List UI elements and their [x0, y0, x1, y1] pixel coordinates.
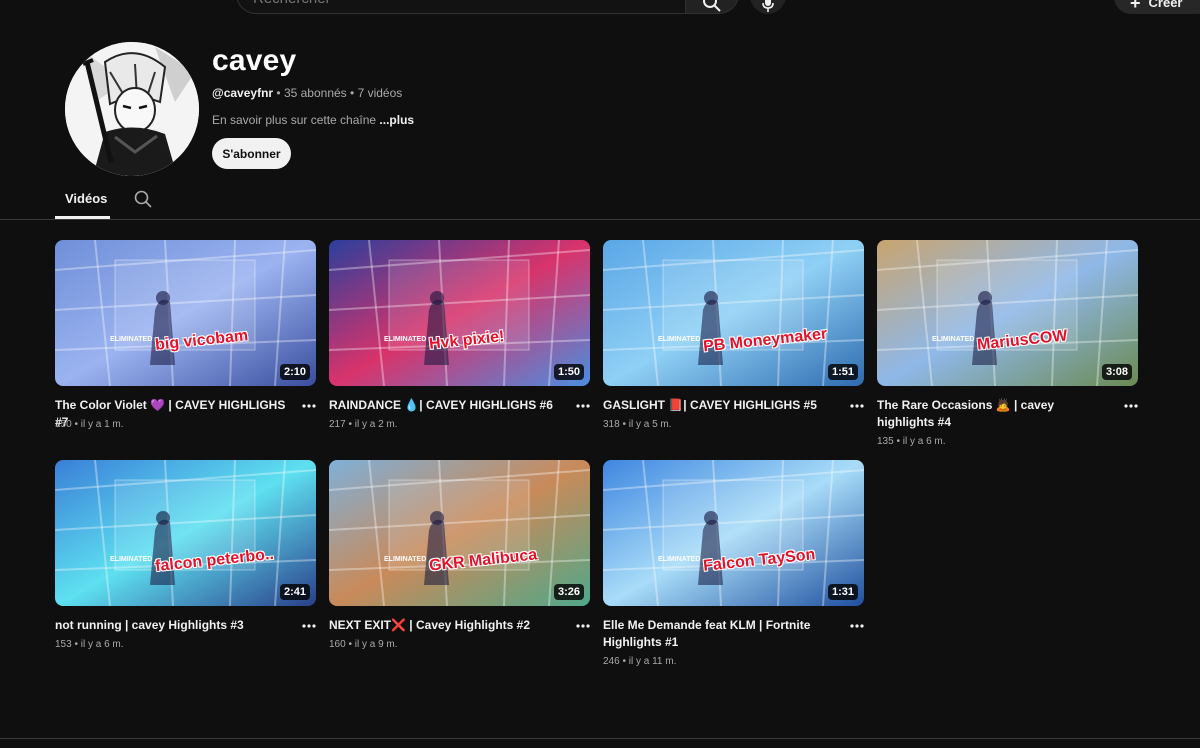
- channel-meta: @caveyfnr • 35 abonnés • 7 vidéos: [212, 86, 402, 100]
- video-title[interactable]: NEXT EXIT❌ | Cavey Highlights #2: [329, 617, 565, 634]
- video-duration: 1:31: [827, 584, 858, 600]
- subscriber-count: 35 abonnés: [283, 86, 347, 100]
- video-title[interactable]: Elle Me Demande feat KLM | Fortnite High…: [603, 617, 839, 651]
- channel-avatar[interactable]: [65, 42, 199, 176]
- meta-separator: •: [619, 656, 629, 667]
- bottom-divider: [0, 738, 1200, 739]
- video-duration: 2:41: [279, 584, 310, 600]
- top-bar: + Créer: [0, 0, 1200, 16]
- meta-separator: •: [345, 419, 355, 430]
- view-count: 217: [329, 419, 346, 430]
- video-meta: 150 • il y a 1 m.: [55, 419, 124, 430]
- video-meta: 160 • il y a 9 m.: [329, 639, 398, 650]
- video-duration: 2:10: [279, 364, 310, 380]
- video-card[interactable]: ELIMINATED PB Moneymaker 1:51 GASLIGHT 📕…: [603, 240, 864, 430]
- search-button[interactable]: [685, 0, 739, 14]
- video-thumbnail[interactable]: ELIMINATED PB Moneymaker 1:51: [603, 240, 864, 386]
- tabs-divider: [0, 219, 1200, 220]
- view-count: 246: [603, 656, 620, 667]
- video-count: 7 vidéos: [357, 86, 403, 100]
- search-input[interactable]: [253, 0, 669, 7]
- video-meta: 153 • il y a 6 m.: [55, 639, 124, 650]
- meta-separator: •: [893, 436, 903, 447]
- video-card[interactable]: ELIMINATED big vicobam 2:10 The Color Vi…: [55, 240, 316, 430]
- about-more-link[interactable]: ...plus: [379, 113, 414, 127]
- plus-icon: +: [1130, 0, 1141, 13]
- search-icon: [703, 0, 721, 12]
- video-duration: 1:50: [553, 364, 584, 380]
- video-age: il y a 1 m.: [80, 419, 124, 430]
- svg-text:ELIMINATED: ELIMINATED: [384, 336, 426, 343]
- subscribe-button[interactable]: S'abonner: [212, 138, 291, 169]
- video-thumbnail[interactable]: ELIMINATED MariusCOW 3:08: [877, 240, 1138, 386]
- meta-separator: •: [273, 86, 284, 100]
- about-text: En savoir plus sur cette chaîne: [212, 113, 380, 127]
- video-thumbnail[interactable]: ELIMINATED Hvk pixie! 1:50: [329, 240, 590, 386]
- more-vert-icon[interactable]: [849, 618, 865, 634]
- video-title[interactable]: The Rare Occasions 🙇 | cavey highlights …: [877, 397, 1113, 431]
- video-card[interactable]: ELIMINATED Falcon TaySon 1:31 Elle Me De…: [603, 460, 864, 667]
- channel-handle: @caveyfnr: [212, 86, 274, 100]
- video-age: il y a 9 m.: [354, 639, 398, 650]
- video-meta: 246 • il y a 11 m.: [603, 656, 676, 667]
- view-count: 135: [877, 436, 894, 447]
- video-age: il y a 6 m.: [80, 639, 124, 650]
- video-card[interactable]: ELIMINATED falcon peterbo.. 2:41 not run…: [55, 460, 316, 650]
- video-meta: 217 • il y a 2 m.: [329, 419, 398, 430]
- create-button[interactable]: + Créer: [1114, 0, 1200, 14]
- video-title[interactable]: not running | cavey Highlights #3: [55, 617, 291, 634]
- view-count: 150: [55, 419, 72, 430]
- tab-videos[interactable]: Vidéos: [65, 191, 107, 206]
- more-vert-icon[interactable]: [575, 618, 591, 634]
- view-count: 318: [603, 419, 620, 430]
- svg-text:ELIMINATED: ELIMINATED: [658, 556, 700, 563]
- video-age: il y a 11 m.: [628, 656, 677, 667]
- video-age: il y a 6 m.: [902, 436, 946, 447]
- svg-text:ELIMINATED: ELIMINATED: [384, 556, 426, 563]
- meta-separator: •: [346, 86, 358, 100]
- video-meta: 318 • il y a 5 m.: [603, 419, 672, 430]
- mic-icon: [762, 0, 774, 12]
- video-thumbnail[interactable]: ELIMINATED big vicobam 2:10: [55, 240, 316, 386]
- channel-about[interactable]: En savoir plus sur cette chaîne ...plus: [212, 113, 414, 127]
- meta-separator: •: [345, 639, 355, 650]
- video-meta: 135 • il y a 6 m.: [877, 436, 946, 447]
- video-card[interactable]: ELIMINATED GKR Malibuca 3:26 NEXT EXIT❌ …: [329, 460, 590, 650]
- video-duration: 1:51: [827, 364, 858, 380]
- meta-separator: •: [619, 419, 629, 430]
- video-duration: 3:08: [1101, 364, 1132, 380]
- search-box[interactable]: [236, 0, 686, 14]
- svg-text:ELIMINATED: ELIMINATED: [110, 556, 152, 563]
- more-vert-icon[interactable]: [849, 398, 865, 414]
- more-vert-icon[interactable]: [301, 618, 317, 634]
- meta-separator: •: [71, 639, 81, 650]
- avatar-illustration: [65, 42, 199, 176]
- meta-separator: •: [71, 419, 81, 430]
- video-card[interactable]: ELIMINATED Hvk pixie! 1:50 RAINDANCE 💧| …: [329, 240, 590, 430]
- create-label: Créer: [1148, 0, 1183, 10]
- more-vert-icon[interactable]: [575, 398, 591, 414]
- video-title[interactable]: GASLIGHT 📕| CAVEY HIGHLIGHS #5: [603, 397, 839, 414]
- svg-text:ELIMINATED: ELIMINATED: [658, 336, 700, 343]
- video-age: il y a 5 m.: [628, 419, 672, 430]
- more-vert-icon[interactable]: [1123, 398, 1139, 414]
- video-age: il y a 2 m.: [354, 419, 398, 430]
- svg-text:ELIMINATED: ELIMINATED: [932, 336, 974, 343]
- video-thumbnail[interactable]: ELIMINATED falcon peterbo.. 2:41: [55, 460, 316, 606]
- view-count: 153: [55, 639, 72, 650]
- search-icon[interactable]: [134, 190, 152, 208]
- voice-search-button[interactable]: [750, 0, 786, 14]
- more-vert-icon[interactable]: [301, 398, 317, 414]
- video-duration: 3:26: [553, 584, 584, 600]
- video-title[interactable]: RAINDANCE 💧| CAVEY HIGHLIGHS #6: [329, 397, 565, 414]
- svg-text:ELIMINATED: ELIMINATED: [110, 336, 152, 343]
- video-card[interactable]: ELIMINATED MariusCOW 3:08 The Rare Occas…: [877, 240, 1138, 447]
- video-thumbnail[interactable]: ELIMINATED Falcon TaySon 1:31: [603, 460, 864, 606]
- view-count: 160: [329, 639, 346, 650]
- video-thumbnail[interactable]: ELIMINATED GKR Malibuca 3:26: [329, 460, 590, 606]
- channel-name: cavey: [212, 44, 297, 77]
